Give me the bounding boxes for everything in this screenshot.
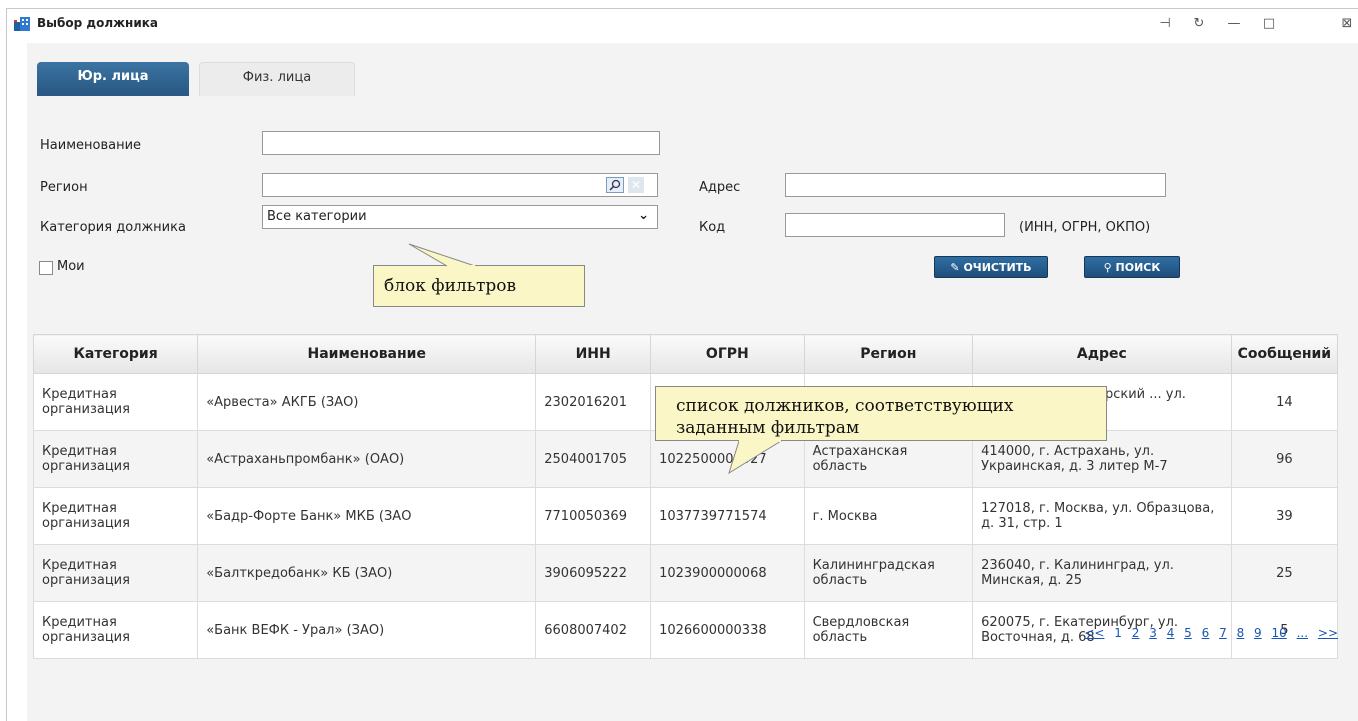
cell-address: 127018, г. Москва, ул. Образцова, д. 31,… bbox=[972, 487, 1232, 545]
pagination: << 1 2 3 4 5 6 7 8 9 10 ... >> bbox=[27, 626, 1338, 650]
main-panel: Юр. лица Физ. лица Наименование Регион ✕… bbox=[27, 43, 1358, 721]
minimize-icon[interactable]: — bbox=[1226, 16, 1242, 32]
cell-category: Кредитная организация bbox=[32, 430, 199, 488]
chevron-down-icon: ⌄ bbox=[638, 208, 649, 223]
close-icon[interactable]: ⊠ bbox=[1339, 16, 1355, 32]
tab-legal-entities[interactable]: Юр. лица bbox=[37, 62, 189, 96]
list-callout-line2: заданным фильтрам bbox=[676, 418, 860, 438]
debtor-select-window: Выбор должника ⊣ ↻ — □ ⊠ Юр. лица Физ. л… bbox=[6, 8, 1358, 721]
column-header[interactable]: Категория bbox=[32, 334, 199, 374]
pager-page[interactable]: 7 bbox=[1219, 626, 1227, 640]
code-hint: (ИНН, ОГРН, ОКПО) bbox=[1019, 220, 1151, 235]
table-row[interactable]: Кредитная организация «Балткредобанк» КБ… bbox=[32, 544, 1339, 602]
address-label: Адрес bbox=[699, 180, 741, 195]
cell-region: Калининградская область bbox=[803, 544, 974, 602]
region-lookup-icon[interactable] bbox=[606, 177, 624, 193]
pin-icon[interactable]: ⊣ bbox=[1157, 16, 1173, 32]
pager-page[interactable]: 6 bbox=[1202, 626, 1210, 640]
app-icon bbox=[14, 17, 30, 31]
pager-more[interactable]: ... bbox=[1297, 626, 1308, 640]
name-input[interactable] bbox=[262, 131, 660, 155]
cell-inn: 2504001705 bbox=[535, 430, 652, 488]
cell-messages: 25 bbox=[1230, 544, 1339, 602]
list-callout-line1: список должников, соответствующих bbox=[676, 396, 1014, 416]
window-title: Выбор должника bbox=[37, 16, 158, 30]
region-label: Регион bbox=[40, 180, 88, 195]
column-header[interactable]: Сообщений bbox=[1230, 334, 1339, 374]
cell-region: г. Москва bbox=[803, 487, 974, 545]
list-callout-pointer bbox=[728, 440, 783, 475]
pager-first[interactable]: << bbox=[1084, 626, 1104, 640]
search-icon: ⚲ bbox=[1103, 261, 1116, 274]
cell-name: «Арвеста» АКГБ (ЗАО) bbox=[197, 373, 537, 431]
category-select[interactable]: Все категории ⌄ bbox=[262, 205, 658, 229]
clear-button[interactable]: ✎ ОЧИСТИТЬ bbox=[934, 256, 1048, 278]
cell-messages: 39 bbox=[1230, 487, 1339, 545]
column-header[interactable]: Адрес bbox=[972, 334, 1232, 374]
column-header[interactable]: ОГРН bbox=[650, 334, 805, 374]
pager-page[interactable]: 10 bbox=[1272, 626, 1287, 640]
pager-page[interactable]: 9 bbox=[1254, 626, 1262, 640]
cell-address: 236040, г. Калининград, ул. Минская, д. … bbox=[972, 544, 1232, 602]
list-callout: список должников, соответствующих заданн… bbox=[655, 386, 1107, 441]
eraser-icon: ✎ bbox=[950, 261, 964, 274]
pager-page-current: 1 bbox=[1114, 626, 1122, 640]
cell-name: «Балткредобанк» КБ (ЗАО) bbox=[197, 544, 537, 602]
cell-inn: 7710050369 bbox=[535, 487, 652, 545]
pager-page[interactable]: 5 bbox=[1184, 626, 1192, 640]
table-row[interactable]: Кредитная организация «Бадр-Форте Банк» … bbox=[32, 487, 1339, 545]
address-input[interactable] bbox=[785, 173, 1166, 197]
mine-checkbox[interactable] bbox=[39, 261, 53, 275]
debtors-table: Категория Наименование ИНН ОГРН Регион А… bbox=[32, 334, 1339, 659]
refresh-icon[interactable]: ↻ bbox=[1191, 16, 1207, 32]
pager-page[interactable]: 3 bbox=[1149, 626, 1157, 640]
cell-messages: 96 bbox=[1230, 430, 1339, 488]
cell-inn: 3906095222 bbox=[535, 544, 652, 602]
cell-inn: 2302016201 bbox=[535, 373, 652, 431]
filters-callout: блок фильтров bbox=[373, 265, 585, 307]
cell-messages: 14 bbox=[1230, 373, 1339, 431]
category-select-value: Все категории bbox=[267, 209, 367, 224]
column-header[interactable]: ИНН bbox=[535, 334, 652, 374]
maximize-icon[interactable]: □ bbox=[1261, 16, 1277, 32]
column-header[interactable]: Наименование bbox=[197, 334, 537, 374]
cell-name: «Бадр-Форте Банк» МКБ (ЗАО bbox=[197, 487, 537, 545]
code-input[interactable] bbox=[785, 213, 1005, 237]
mine-label: Мои bbox=[57, 259, 85, 274]
category-label: Категория должника bbox=[40, 220, 186, 235]
pager-page[interactable]: 2 bbox=[1132, 626, 1140, 640]
cell-category: Кредитная организация bbox=[32, 487, 199, 545]
title-bar: Выбор должника ⊣ ↻ — □ ⊠ bbox=[7, 9, 1358, 39]
cell-ogrn: 1037739771574 bbox=[650, 487, 805, 545]
table-header-row: Категория Наименование ИНН ОГРН Регион А… bbox=[32, 334, 1339, 374]
pager-page[interactable]: 4 bbox=[1167, 626, 1175, 640]
pager-page[interactable]: 8 bbox=[1237, 626, 1245, 640]
pager-last[interactable]: >> bbox=[1318, 626, 1338, 640]
cell-category: Кредитная организация bbox=[32, 373, 199, 431]
column-header[interactable]: Регион bbox=[803, 334, 974, 374]
cell-ogrn: 1023900000068 bbox=[650, 544, 805, 602]
search-button-label: ПОИСК bbox=[1115, 261, 1161, 274]
region-input[interactable] bbox=[262, 173, 658, 197]
name-label: Наименование bbox=[40, 138, 142, 153]
tab-individuals[interactable]: Физ. лица bbox=[199, 62, 355, 96]
cell-category: Кредитная организация bbox=[32, 544, 199, 602]
cell-name: «Астраханьпромбанк» (ОАО) bbox=[197, 430, 537, 488]
code-label: Код bbox=[699, 220, 726, 235]
clear-button-label: ОЧИСТИТЬ bbox=[963, 261, 1032, 274]
search-button[interactable]: ⚲ ПОИСК bbox=[1084, 256, 1180, 278]
region-clear-icon[interactable]: ✕ bbox=[628, 177, 644, 193]
filters-callout-pointer bbox=[408, 243, 476, 267]
